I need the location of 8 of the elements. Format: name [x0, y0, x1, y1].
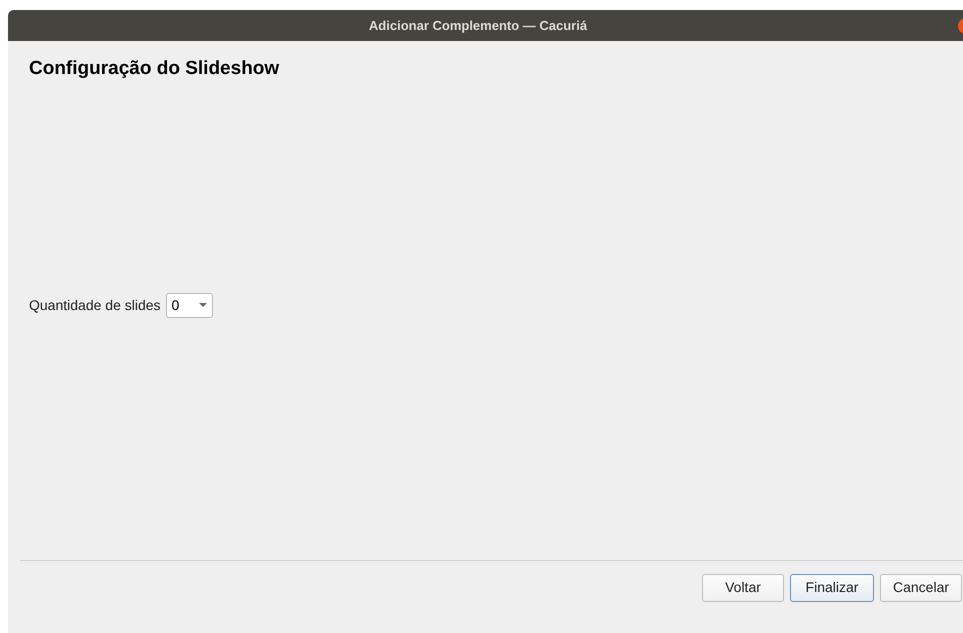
- dialog-button[interactable]: Cancelar: [880, 574, 962, 602]
- page-heading: Configuração do Slideshow: [29, 58, 280, 79]
- dialog-button[interactable]: Voltar: [702, 574, 784, 602]
- slide-count-dropdown[interactable]: 0: [166, 292, 213, 318]
- caret-icon: [198, 302, 207, 308]
- window-title: Adicionar Complemento — Cacuriá: [368, 16, 588, 35]
- field-label: Quantidade de slides: [29, 296, 161, 315]
- dialog-button[interactable]: Finalizar: [790, 574, 874, 602]
